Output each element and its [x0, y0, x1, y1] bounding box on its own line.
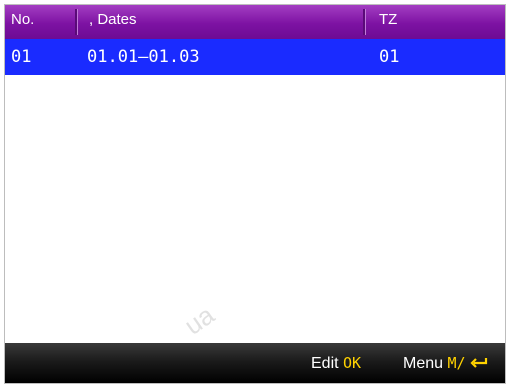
row-no: 01	[11, 47, 32, 67]
row-dates: 01.01—01.03	[87, 47, 200, 67]
menu-key-hint: M/	[447, 354, 466, 372]
footer-bar: Edit OK Menu M/	[5, 343, 505, 383]
watermark: ua	[178, 299, 220, 341]
menu-label: Menu	[403, 355, 444, 372]
header-separator	[75, 9, 78, 35]
table-row-selected[interactable]: 01 01.01—01.03 01	[5, 39, 505, 75]
header-dates: , Dates	[89, 11, 137, 28]
screen-frame: No. , Dates TZ 01 01.01—01.03 01 ua Edit…	[4, 4, 506, 384]
edit-hint[interactable]: Edit OK	[311, 343, 362, 383]
table-header: No. , Dates TZ	[5, 5, 505, 39]
enter-arrow-icon	[470, 358, 488, 368]
menu-hint[interactable]: Menu M/	[403, 343, 488, 383]
edit-label: Edit	[311, 355, 339, 372]
ok-key-hint: OK	[343, 354, 362, 372]
row-tz: 01	[379, 47, 400, 67]
header-no: No.	[11, 11, 35, 28]
header-tz: TZ	[379, 11, 398, 28]
